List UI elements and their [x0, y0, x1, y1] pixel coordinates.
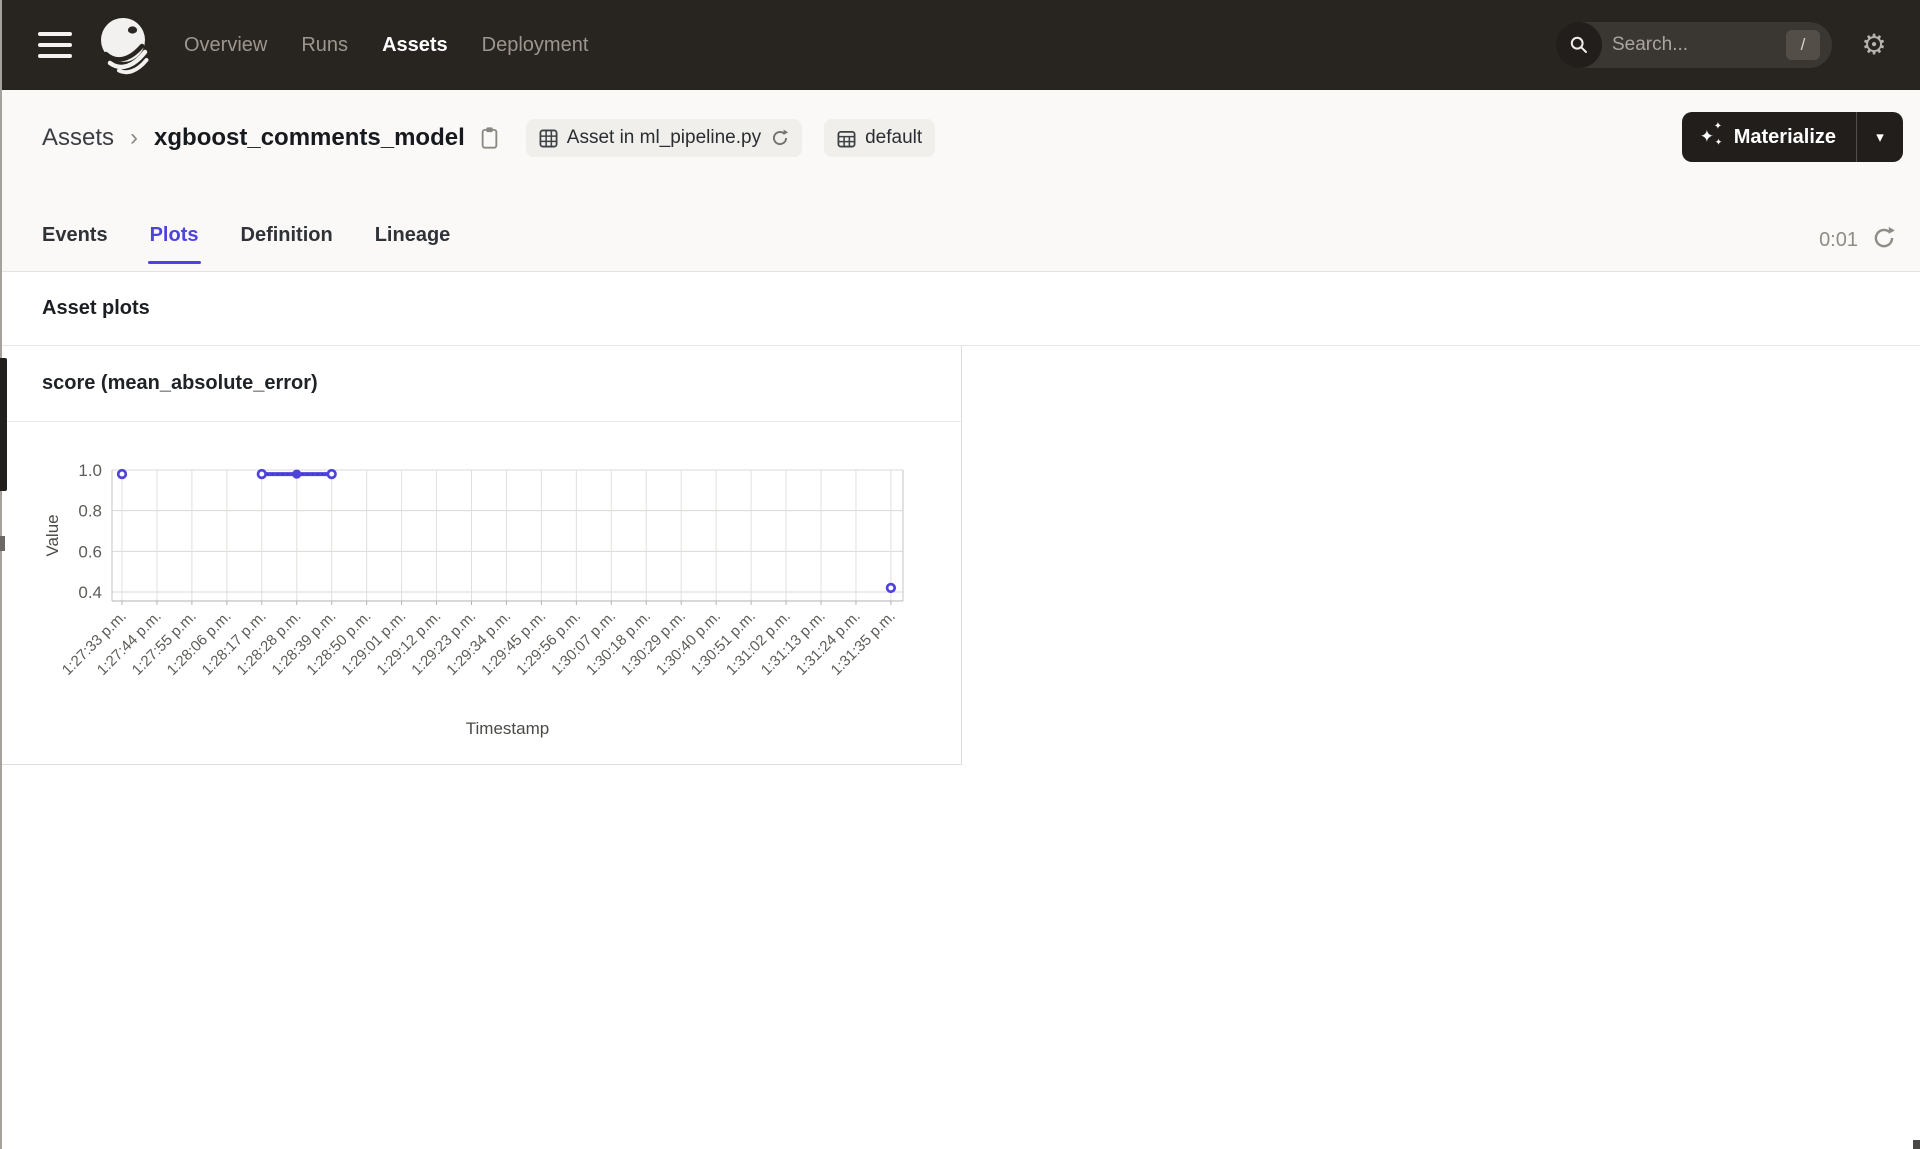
- breadcrumb-separator: ›: [130, 124, 139, 151]
- search-shortcut-key: /: [1786, 30, 1820, 60]
- section-title: Asset plots: [42, 297, 150, 319]
- window-edge: [0, 0, 2, 1149]
- repo-grid-icon: [837, 129, 856, 148]
- nav-item-overview[interactable]: Overview: [184, 34, 267, 57]
- left-edge-overlay-fragment: [0, 358, 7, 491]
- nav-item-runs[interactable]: Runs: [301, 34, 348, 57]
- refresh-countdown: 0:01: [1819, 229, 1858, 251]
- nav-item-deployment[interactable]: Deployment: [482, 34, 589, 57]
- svg-text:Timestamp: Timestamp: [466, 719, 549, 738]
- search-icon: [1556, 22, 1602, 68]
- materialize-split-button: ✦ ✦ ✦ Materialize ▾: [1681, 112, 1903, 162]
- nav-item-assets[interactable]: Assets: [382, 34, 448, 57]
- tab-definition[interactable]: Definition: [241, 199, 333, 271]
- svg-text:0.6: 0.6: [78, 542, 102, 561]
- tab-plots[interactable]: Plots: [147, 199, 201, 271]
- svg-text:0.4: 0.4: [78, 583, 102, 602]
- plot-card-header: score (mean_absolute_error): [0, 346, 961, 422]
- refresh-status: 0:01: [1819, 226, 1896, 255]
- svg-text:Value: Value: [43, 514, 62, 556]
- refresh-icon[interactable]: [1872, 226, 1896, 255]
- nav-right: / ⚙: [1556, 22, 1920, 68]
- materialize-button[interactable]: ✦ ✦ ✦ Materialize: [1682, 112, 1856, 162]
- copy-icon[interactable]: [479, 126, 500, 150]
- dagster-logo-icon[interactable]: [96, 14, 154, 76]
- plot-title: score (mean_absolute_error): [42, 372, 318, 394]
- app-window: Overview Runs Assets Deployment / ⚙ Asse…: [0, 0, 1920, 1149]
- code-location-label: default: [865, 127, 923, 148]
- left-edge-overlay-fragment: [0, 536, 5, 551]
- breadcrumb: Assets › xgboost_comments_model Asset in…: [42, 113, 936, 163]
- search-input[interactable]: [1612, 34, 1762, 56]
- asset-definition-label: Asset in ml_pipeline.py: [566, 127, 762, 148]
- search-box[interactable]: /: [1556, 22, 1832, 68]
- chart-area: 1.0 0.8 0.6 0.4 1:27:33 p.m. 1:27:44 p.m. 1:27…: [0, 422, 961, 753]
- asset-definition-badge[interactable]: Asset in ml_pipeline.py: [525, 119, 803, 157]
- window-resize-corner: [1913, 1140, 1920, 1149]
- asset-plot-chart: 1.00.80.60.41:27:33 p.m.1:27:44 p.m.1:27…: [43, 461, 904, 738]
- gear-icon[interactable]: ⚙: [1854, 31, 1894, 59]
- svg-text:0.8: 0.8: [78, 502, 102, 521]
- asset-grid-icon: [539, 129, 558, 148]
- plot-card: score (mean_absolute_error) 1.0 0.8 0.6 0.4…: [0, 346, 962, 765]
- tab-events[interactable]: Events: [42, 199, 108, 271]
- svg-text:1.0: 1.0: [78, 461, 102, 480]
- asset-badges: Asset in ml_pipeline.py default: [525, 119, 936, 157]
- asset-tabs: Events Plots Definition Lineage: [42, 199, 450, 271]
- refresh-icon[interactable]: [771, 129, 789, 147]
- tab-lineage[interactable]: Lineage: [375, 199, 451, 271]
- code-location-badge[interactable]: default: [824, 119, 936, 157]
- asset-header: Assets › xgboost_comments_model Asset in…: [0, 90, 1920, 272]
- breadcrumb-assets-link[interactable]: Assets: [42, 124, 114, 152]
- top-nav: Overview Runs Assets Deployment / ⚙: [0, 0, 1920, 90]
- menu-icon[interactable]: [38, 32, 72, 58]
- asset-plots-section: Asset plots: [0, 272, 1920, 346]
- sparkles-icon: ✦ ✦ ✦: [1699, 121, 1723, 147]
- page-title: xgboost_comments_model: [154, 124, 465, 151]
- nav-links: Overview Runs Assets Deployment: [184, 34, 588, 57]
- materialize-dropdown-button[interactable]: ▾: [1857, 128, 1903, 146]
- materialize-label: Materialize: [1733, 125, 1836, 148]
